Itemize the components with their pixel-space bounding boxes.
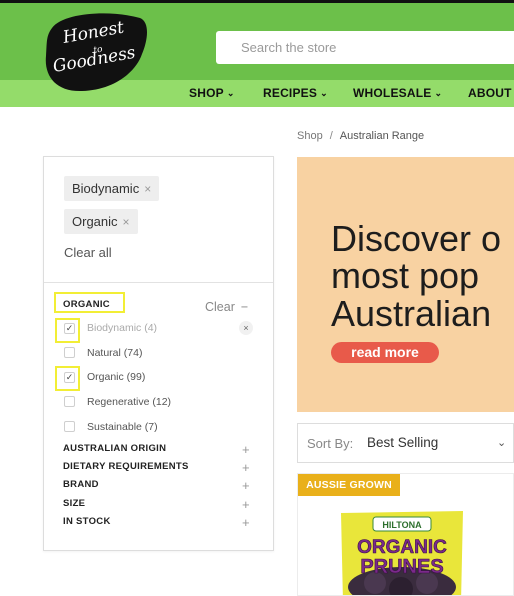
option-label-regenerative[interactable]: Regenerative (12) [87,396,171,408]
search-bar[interactable] [216,31,514,64]
filter-sidebar: Biodynamic × Organic × Clear all ORGANIC C… [43,156,274,551]
breadcrumb-separator: / [329,130,333,142]
nav-item-shop[interactable]: SHOP ⌄ [189,86,235,100]
clear-all-link[interactable]: Clear all [64,245,112,260]
breadcrumb-current: Australian Range [339,130,425,142]
chevron-down-icon: ⌄ [434,88,443,98]
plus-icon[interactable]: + [242,478,250,493]
divider [44,282,273,283]
logo-badge: Honest to Goodness [45,13,147,92]
option-label-biodynamic[interactable]: Biodynamic (4) [87,322,157,334]
package-line-1: ORGANIC [357,537,447,558]
facet-title-dietary-requirements[interactable]: DIETARY REQUIREMENTS [63,461,189,472]
checkbox-natural[interactable] [64,347,75,358]
product-card[interactable]: AUSSIE GROWN HILTONA ORGANIC PRUNES [297,473,514,596]
search-input[interactable] [216,31,514,64]
sort-select[interactable]: Sort By: Best Selling ⌄ [297,423,514,463]
brand-logo[interactable]: Honest to Goodness [42,10,150,94]
check-icon: ✓ [65,323,74,333]
banner-headline-line-1: Discover o [331,218,502,259]
minus-icon: − [240,300,249,314]
option-label-organic[interactable]: Organic (99) [87,371,145,383]
facet-clear-button[interactable]: Clear − [205,300,248,314]
checkbox-regenerative[interactable] [64,396,75,407]
plus-icon[interactable]: + [242,460,250,475]
plus-icon[interactable]: + [242,497,250,512]
facet-title-in-stock[interactable]: IN STOCK [63,516,111,527]
breadcrumb-shop-link[interactable]: Shop [297,130,323,142]
close-icon[interactable]: × [144,182,151,196]
banner-headline-line-2: most pop [331,255,480,296]
facet-title-brand[interactable]: BRAND [63,479,99,490]
facet-title-organic[interactable]: ORGANIC [63,299,110,310]
sort-value: Best Selling [367,435,439,450]
chip-label: Biodynamic [72,181,140,196]
chevron-down-icon: ⌄ [497,437,507,449]
chevron-down-icon: ⌄ [226,88,235,98]
facet-title-australian-origin[interactable]: AUSTRALIAN ORIGIN [63,443,166,454]
nav-item-about[interactable]: ABOUT [468,86,512,100]
package-brand-text: HILTONA [382,520,422,530]
chip-label: Organic [72,214,118,229]
checkbox-biodynamic[interactable]: ✓ [64,323,75,334]
breadcrumb: Shop / Australian Range [297,130,424,142]
close-icon[interactable]: × [123,215,130,229]
check-icon: ✓ [65,372,74,382]
aussie-grown-badge: AUSSIE GROWN [298,474,400,496]
close-icon[interactable]: × [239,321,253,335]
package-line-2: PRUNES [360,556,443,578]
facet-title-size[interactable]: SIZE [63,498,85,509]
option-label-sustainable[interactable]: Sustainable (7) [87,421,158,433]
banner-headline-line-3: Australian [331,293,492,334]
read-more-button[interactable]: read more [331,342,439,363]
nav-item-wholesale[interactable]: WHOLESALE ⌄ [353,86,442,100]
active-filter-chip-organic[interactable]: Organic × [64,209,138,234]
active-filter-chip-biodynamic[interactable]: Biodynamic × [64,176,160,201]
sort-label: Sort By: [307,436,354,451]
plus-icon[interactable]: + [242,515,250,530]
facet-clear-label: Clear [205,300,235,314]
nav-item-recipes[interactable]: RECIPES ⌄ [263,86,328,100]
chevron-down-icon: ⌄ [320,88,328,98]
checkbox-organic[interactable]: ✓ [64,372,75,383]
plus-icon[interactable]: + [242,442,250,457]
option-label-natural[interactable]: Natural (74) [87,347,142,359]
promo-banner[interactable]: Discover o most pop Australian read more [297,157,514,412]
checkbox-sustainable[interactable] [64,421,75,432]
product-image[interactable]: HILTONA ORGANIC PRUNES [335,507,469,596]
